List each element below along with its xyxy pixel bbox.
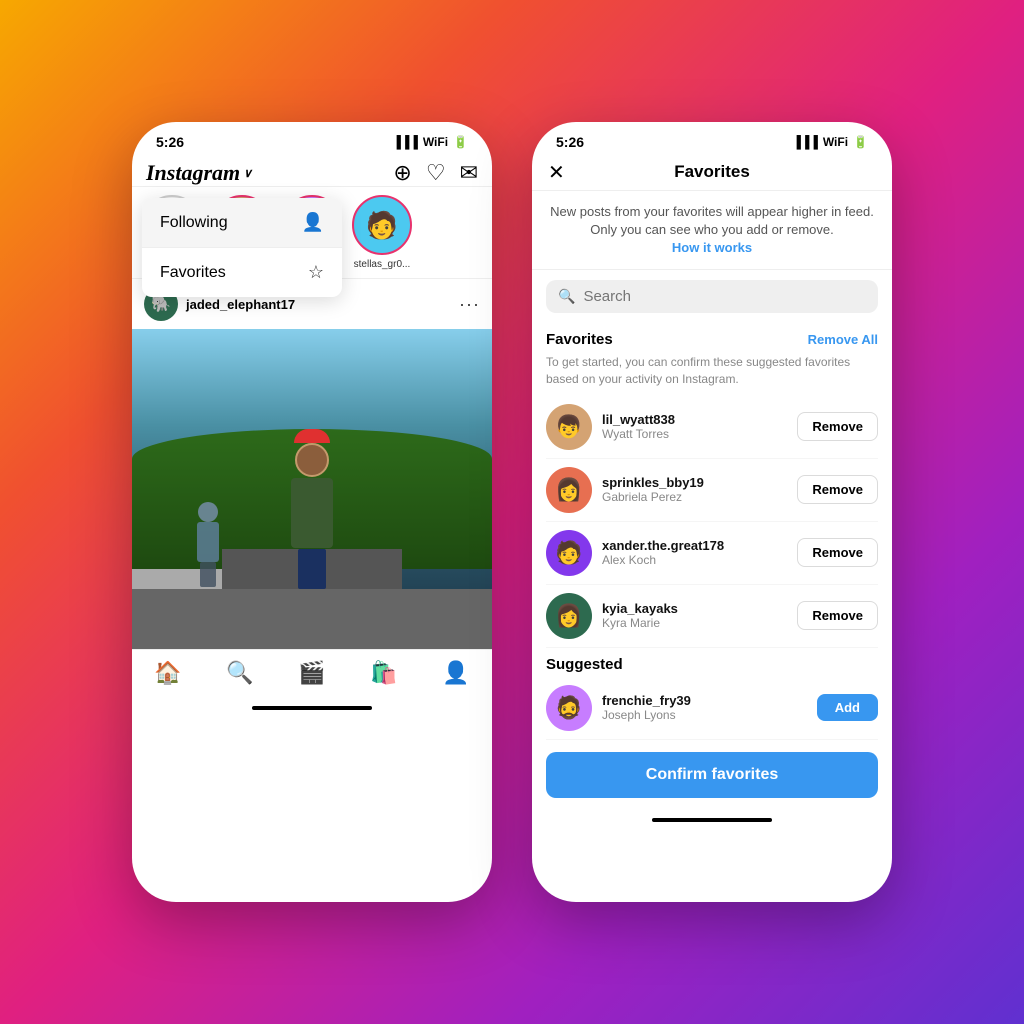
table-row: 🧔 frenchie_fry39 Joseph Lyons Add <box>546 677 878 740</box>
avatar-sprinkles: 👩 <box>546 467 592 513</box>
user-name-1: Gabriela Perez <box>602 490 787 504</box>
instagram-logo[interactable]: Instagram ∨ <box>146 160 252 186</box>
add-button-0[interactable]: Add <box>817 694 878 721</box>
favorites-label: Favorites <box>160 264 226 282</box>
dropdown-following[interactable]: Following 👤 <box>142 198 342 248</box>
user-name-sugg-0: Joseph Lyons <box>602 708 807 722</box>
dropdown-menu: Following 👤 Favorites ☆ <box>142 198 342 297</box>
table-row: 👩 kyia_kayaks Kyra Marie Remove <box>546 585 878 648</box>
close-button[interactable]: ✕ <box>548 160 565 185</box>
remove-button-2[interactable]: Remove <box>797 538 878 567</box>
battery-icon: 🔋 <box>453 135 468 149</box>
phone1-header: Instagram ∨ ⊕ ♡ ✉ Following 👤 Favorites … <box>132 154 492 187</box>
user-name-0: Wyatt Torres <box>602 427 787 441</box>
heart-icon[interactable]: ♡ <box>426 160 446 186</box>
profile-nav-icon[interactable]: 👤 <box>442 660 469 686</box>
avatar-kyia: 👩 <box>546 593 592 639</box>
user-handle-3: kyia_kayaks <box>602 601 787 616</box>
signal-icon-2: ▐▐▐ <box>792 135 818 149</box>
post-username: jaded_elephant17 <box>186 297 295 312</box>
following-icon: 👤 <box>302 212 324 233</box>
search-box[interactable]: 🔍 <box>546 280 878 313</box>
post-image-content <box>132 329 492 649</box>
time-2: 5:26 <box>556 134 584 150</box>
star-icon: ☆ <box>308 262 324 283</box>
confirm-favorites-button[interactable]: Confirm favorites <box>546 752 878 798</box>
bottom-nav: 🏠 🔍 🎬 🛍️ 👤 <box>132 649 492 706</box>
home-nav-icon[interactable]: 🏠 <box>154 660 181 686</box>
phone-2: 5:26 ▐▐▐ WiFi 🔋 ✕ Favorites New posts fr… <box>532 122 892 902</box>
chevron-down-icon[interactable]: ∨ <box>243 166 252 181</box>
user-info-2: xander.the.great178 Alex Koch <box>602 538 787 567</box>
remove-button-1[interactable]: Remove <box>797 475 878 504</box>
shop-nav-icon[interactable]: 🛍️ <box>370 660 397 686</box>
status-bar-2: 5:26 ▐▐▐ WiFi 🔋 <box>532 122 892 154</box>
home-indicator-1 <box>252 706 372 710</box>
confirm-btn-wrap: Confirm favorites <box>532 740 892 818</box>
page-title: Favorites <box>674 162 750 182</box>
table-row: 👩 sprinkles_bby19 Gabriela Perez Remove <box>546 459 878 522</box>
avatar-xander: 🧑 <box>546 530 592 576</box>
phone-1: 5:26 ▐▐▐ WiFi 🔋 Instagram ∨ ⊕ ♡ ✉ Follow… <box>132 122 492 902</box>
status-bar-1: 5:26 ▐▐▐ WiFi 🔋 <box>132 122 492 154</box>
search-icon: 🔍 <box>558 288 575 305</box>
reels-nav-icon[interactable]: 🎬 <box>298 660 325 686</box>
user-handle-0: lil_wyatt838 <box>602 412 787 427</box>
story-3[interactable]: 🧑 stellas_gr0... <box>352 195 412 270</box>
favorites-section-title: Favorites <box>546 331 613 348</box>
avatar-lil-wyatt: 👦 <box>546 404 592 450</box>
remove-button-0[interactable]: Remove <box>797 412 878 441</box>
how-it-works-link[interactable]: How it works <box>672 240 752 255</box>
home-indicator-2 <box>652 818 772 822</box>
search-input[interactable] <box>583 288 866 305</box>
user-handle-sugg-0: frenchie_fry39 <box>602 693 807 708</box>
table-row: 👦 lil_wyatt838 Wyatt Torres Remove <box>546 396 878 459</box>
suggested-user-list: 🧔 frenchie_fry39 Joseph Lyons Add <box>532 677 892 740</box>
wifi-icon: WiFi <box>423 135 448 149</box>
story-3-label: stellas_gr0... <box>354 259 411 270</box>
favorites-header: ✕ Favorites <box>532 154 892 191</box>
battery-icon-2: 🔋 <box>853 135 868 149</box>
story-3-avatar: 🧑 <box>352 195 412 255</box>
user-name-3: Kyra Marie <box>602 616 787 630</box>
favorites-user-list: 👦 lil_wyatt838 Wyatt Torres Remove 👩 spr… <box>532 396 892 648</box>
info-text: New posts from your favorites will appea… <box>548 203 876 239</box>
remove-all-button[interactable]: Remove All <box>808 332 878 347</box>
favorites-section-header: Favorites Remove All <box>532 323 892 352</box>
user-name-2: Alex Koch <box>602 553 787 567</box>
signal-icon: ▐▐▐ <box>392 135 418 149</box>
user-info-sugg-0: frenchie_fry39 Joseph Lyons <box>602 693 807 722</box>
status-icons-1: ▐▐▐ WiFi 🔋 <box>392 135 468 149</box>
following-label: Following <box>160 214 228 232</box>
header-icons: ⊕ ♡ ✉ <box>393 160 478 186</box>
post-more-icon[interactable]: ··· <box>459 294 480 315</box>
user-info-0: lil_wyatt838 Wyatt Torres <box>602 412 787 441</box>
post-image <box>132 329 492 649</box>
table-row: 🧑 xander.the.great178 Alex Koch Remove <box>546 522 878 585</box>
user-info-3: kyia_kayaks Kyra Marie <box>602 601 787 630</box>
messenger-icon[interactable]: ✉ <box>460 160 478 186</box>
user-handle-2: xander.the.great178 <box>602 538 787 553</box>
user-handle-1: sprinkles_bby19 <box>602 475 787 490</box>
time-1: 5:26 <box>156 134 184 150</box>
suggested-section-title: Suggested <box>546 656 623 673</box>
user-info-1: sprinkles_bby19 Gabriela Perez <box>602 475 787 504</box>
add-post-icon[interactable]: ⊕ <box>393 160 411 186</box>
avatar-frenchie: 🧔 <box>546 685 592 731</box>
wifi-icon-2: WiFi <box>823 135 848 149</box>
info-box: New posts from your favorites will appea… <box>532 191 892 270</box>
favorites-desc: To get started, you can confirm these su… <box>532 352 892 396</box>
remove-button-3[interactable]: Remove <box>797 601 878 630</box>
dropdown-favorites[interactable]: Favorites ☆ <box>142 248 342 297</box>
suggested-section-header: Suggested <box>532 648 892 677</box>
status-icons-2: ▐▐▐ WiFi 🔋 <box>792 135 868 149</box>
search-nav-icon[interactable]: 🔍 <box>226 660 253 686</box>
